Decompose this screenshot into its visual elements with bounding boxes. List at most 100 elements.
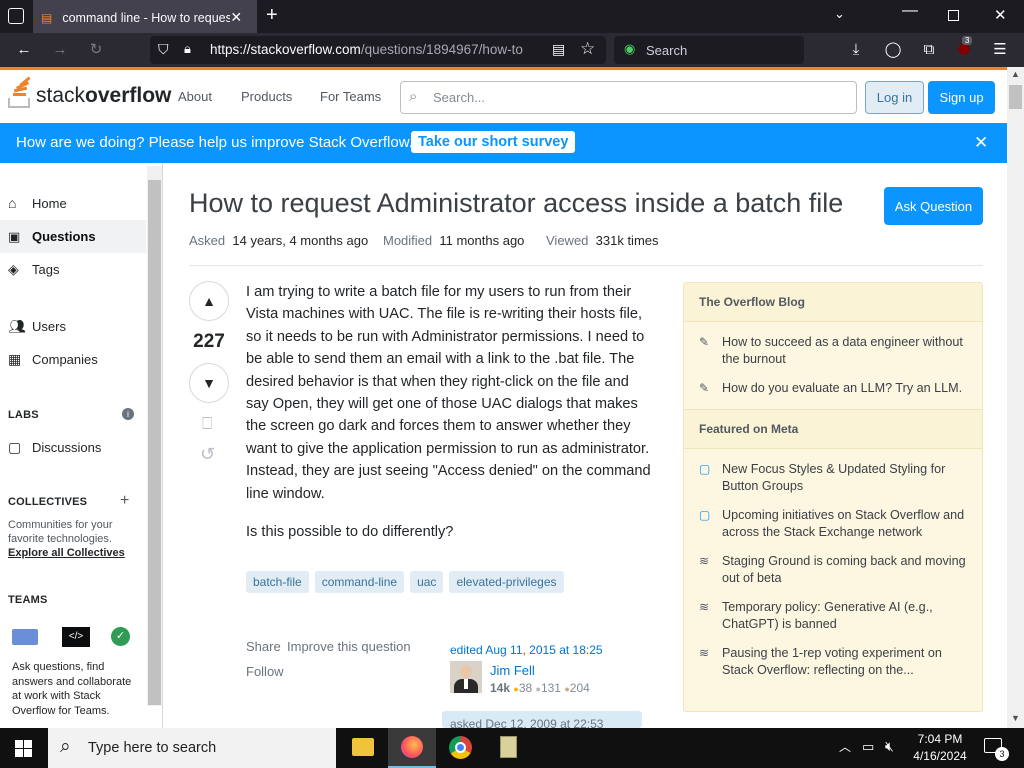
blog-heading: The Overflow Blog xyxy=(684,283,982,322)
search-engine-icon: ◉ xyxy=(624,41,636,56)
sidebar-item-companies[interactable]: ▦ Companies xyxy=(8,351,98,368)
improve-question-link[interactable]: Improve this question xyxy=(287,639,411,654)
question-title[interactable]: How to request Administrator access insi… xyxy=(189,188,843,219)
extensions-icon[interactable]: ⧉ xyxy=(917,33,941,67)
menu-icon[interactable]: ☰ xyxy=(988,33,1012,67)
extension-badge: 3 xyxy=(962,36,973,45)
shield-icon[interactable]: ⛉ xyxy=(158,41,169,58)
ask-question-button[interactable]: Ask Question xyxy=(884,187,983,225)
info-icon[interactable]: i xyxy=(122,408,134,420)
tab-overflow-chevron-icon[interactable]: ⌄ xyxy=(834,6,845,22)
clock-time[interactable]: 7:04 PM xyxy=(915,732,965,746)
meta-item[interactable]: ≋ Pausing the 1-rep voting experiment on … xyxy=(684,645,982,679)
share-link[interactable]: Share xyxy=(246,639,281,654)
edited-link[interactable]: edited Aug 11, 2015 at 18:25 xyxy=(450,643,603,657)
back-icon[interactable]: ← xyxy=(12,33,36,67)
reputation-score: 14k xyxy=(490,681,511,695)
sidebar-item-label: Companies xyxy=(32,352,98,367)
signup-button[interactable]: Sign up xyxy=(928,81,995,114)
blog-item[interactable]: ✎ How to succeed as a data engineer witho… xyxy=(684,334,982,368)
restore-icon[interactable] xyxy=(948,10,959,21)
clock-date[interactable]: 4/16/2024 xyxy=(910,749,970,763)
reader-view-icon[interactable]: ▤ xyxy=(552,41,565,58)
scroll-thumb[interactable] xyxy=(1009,85,1022,109)
tag-command-line[interactable]: command-line xyxy=(314,571,405,593)
close-window-icon[interactable]: ✕ xyxy=(994,6,1007,24)
nav-for-teams[interactable]: For Teams xyxy=(320,89,381,104)
users-icon: 👥︎ xyxy=(8,318,26,334)
sidebar-item-home[interactable]: ⌂ Home xyxy=(8,195,67,211)
upvote-button[interactable]: ▲ xyxy=(189,281,229,321)
left-sidebar: ⌂ Home ▣ Questions ◈ Tags 👥︎ Users ▦ Companie… xyxy=(0,163,163,728)
logo-text-stack: stack xyxy=(36,84,86,107)
sidebar-item-users[interactable]: 👥︎ Users xyxy=(8,318,66,335)
lock-icon[interactable]: 🔒︎ xyxy=(184,41,191,57)
pencil-icon: ✎ xyxy=(699,381,710,395)
scroll-down-arrow[interactable]: ▼ xyxy=(1011,713,1020,723)
meta-item[interactable]: ▢ New Focus Styles & Updated Styling for … xyxy=(684,461,982,495)
url-path: /questions/1894967/how-to xyxy=(360,42,523,57)
survey-link[interactable]: Take our short survey xyxy=(411,131,576,153)
downloads-icon[interactable]: ⤓ xyxy=(844,33,868,67)
sidebar-item-tags[interactable]: ◈ Tags xyxy=(8,261,59,278)
sidebar-item-questions[interactable]: ▣ Questions xyxy=(0,220,146,253)
tab-list-icon[interactable] xyxy=(8,8,24,24)
meta-heading: Featured on Meta xyxy=(684,409,982,449)
browser-search-box[interactable]: ◉ Search xyxy=(614,36,804,64)
taskbar-search-box[interactable]: ⌕ Type here to search xyxy=(48,728,336,768)
companies-icon: ▦ xyxy=(8,351,22,367)
close-tab-icon[interactable]: ✕ xyxy=(230,9,242,26)
blog-item[interactable]: ✎ How do you evaluate an LLM? Try an LLM. xyxy=(684,380,982,397)
sidebar-item-discussions[interactable]: ▢ Discussions xyxy=(8,439,101,456)
login-button[interactable]: Log in xyxy=(865,81,924,114)
nav-about[interactable]: About xyxy=(178,89,212,104)
account-icon[interactable]: ◯ xyxy=(881,33,905,67)
stack-icon: ≋ xyxy=(699,554,710,568)
follow-link[interactable]: Follow xyxy=(246,664,284,679)
meta-item[interactable]: ≋ Staging Ground is coming back and movin… xyxy=(684,553,982,587)
editor-name[interactable]: Jim Fell xyxy=(490,663,535,678)
firefox-taskbar-item[interactable] xyxy=(388,728,436,768)
chat-icon: ▢ xyxy=(699,508,711,522)
banner-close-icon[interactable]: ✕ xyxy=(974,133,988,153)
page-scrollbar[interactable]: ▲ ▼ xyxy=(1007,67,1024,728)
avatar[interactable] xyxy=(450,661,482,693)
minimize-icon[interactable]: — xyxy=(902,2,918,20)
reload-icon[interactable]: ↻ xyxy=(84,33,108,67)
code-illustration-icon: </> xyxy=(62,627,90,647)
tag-elevated-privileges[interactable]: elevated-privileges xyxy=(449,571,564,593)
question-main: How to request Administrator access insi… xyxy=(164,163,1007,728)
sidebar-item-label: Users xyxy=(32,319,66,334)
bookmark-star-icon[interactable]: ☆ xyxy=(580,39,595,59)
network-icon[interactable]: ▭ xyxy=(862,739,874,755)
downvote-button[interactable]: ▼ xyxy=(189,363,229,403)
forward-icon[interactable]: → xyxy=(48,33,72,67)
tag-batch-file[interactable]: batch-file xyxy=(246,571,309,593)
scroll-up-arrow[interactable]: ▲ xyxy=(1011,69,1020,79)
windows-start-icon[interactable] xyxy=(15,740,32,757)
chrome-icon[interactable] xyxy=(449,736,472,759)
browser-tab[interactable]: ▤ command line - How to request ✕ xyxy=(33,0,257,33)
file-explorer-icon[interactable] xyxy=(352,738,374,756)
gold-count: 38 xyxy=(518,681,533,695)
site-search-input[interactable]: ⌕ Search... xyxy=(400,81,857,114)
explore-collectives-link[interactable]: Explore all Collectives xyxy=(8,547,125,559)
search-icon: ⌕ xyxy=(60,736,71,757)
site-logo[interactable]: stack overflow xyxy=(8,76,171,108)
bookmark-icon[interactable]: ⎕ xyxy=(202,414,212,434)
show-hidden-icons-icon[interactable]: ︿ xyxy=(839,738,851,755)
tag-uac[interactable]: uac xyxy=(410,571,444,593)
labs-heading: LABS xyxy=(8,409,39,421)
sidebar-scrollbar[interactable] xyxy=(147,166,162,706)
modified-meta: Modified 11 months ago xyxy=(383,233,525,248)
meta-item[interactable]: ≋ Temporary policy: Generative AI (e.g., … xyxy=(684,599,982,633)
notification-count: 3 xyxy=(995,747,1009,761)
address-bar[interactable]: ⛉ 🔒︎ https://stackoverflow.com/questions… xyxy=(150,36,606,64)
volume-muted-icon[interactable]: 🔇︎ xyxy=(885,738,894,755)
notepad-icon[interactable] xyxy=(500,736,517,758)
add-collective-icon[interactable]: + xyxy=(120,492,129,510)
new-tab-icon[interactable]: + xyxy=(266,4,278,27)
meta-item[interactable]: ▢ Upcoming initiatives on Stack Overflow … xyxy=(684,507,982,541)
history-icon[interactable]: ↺ xyxy=(200,444,215,465)
nav-products[interactable]: Products xyxy=(241,89,292,104)
